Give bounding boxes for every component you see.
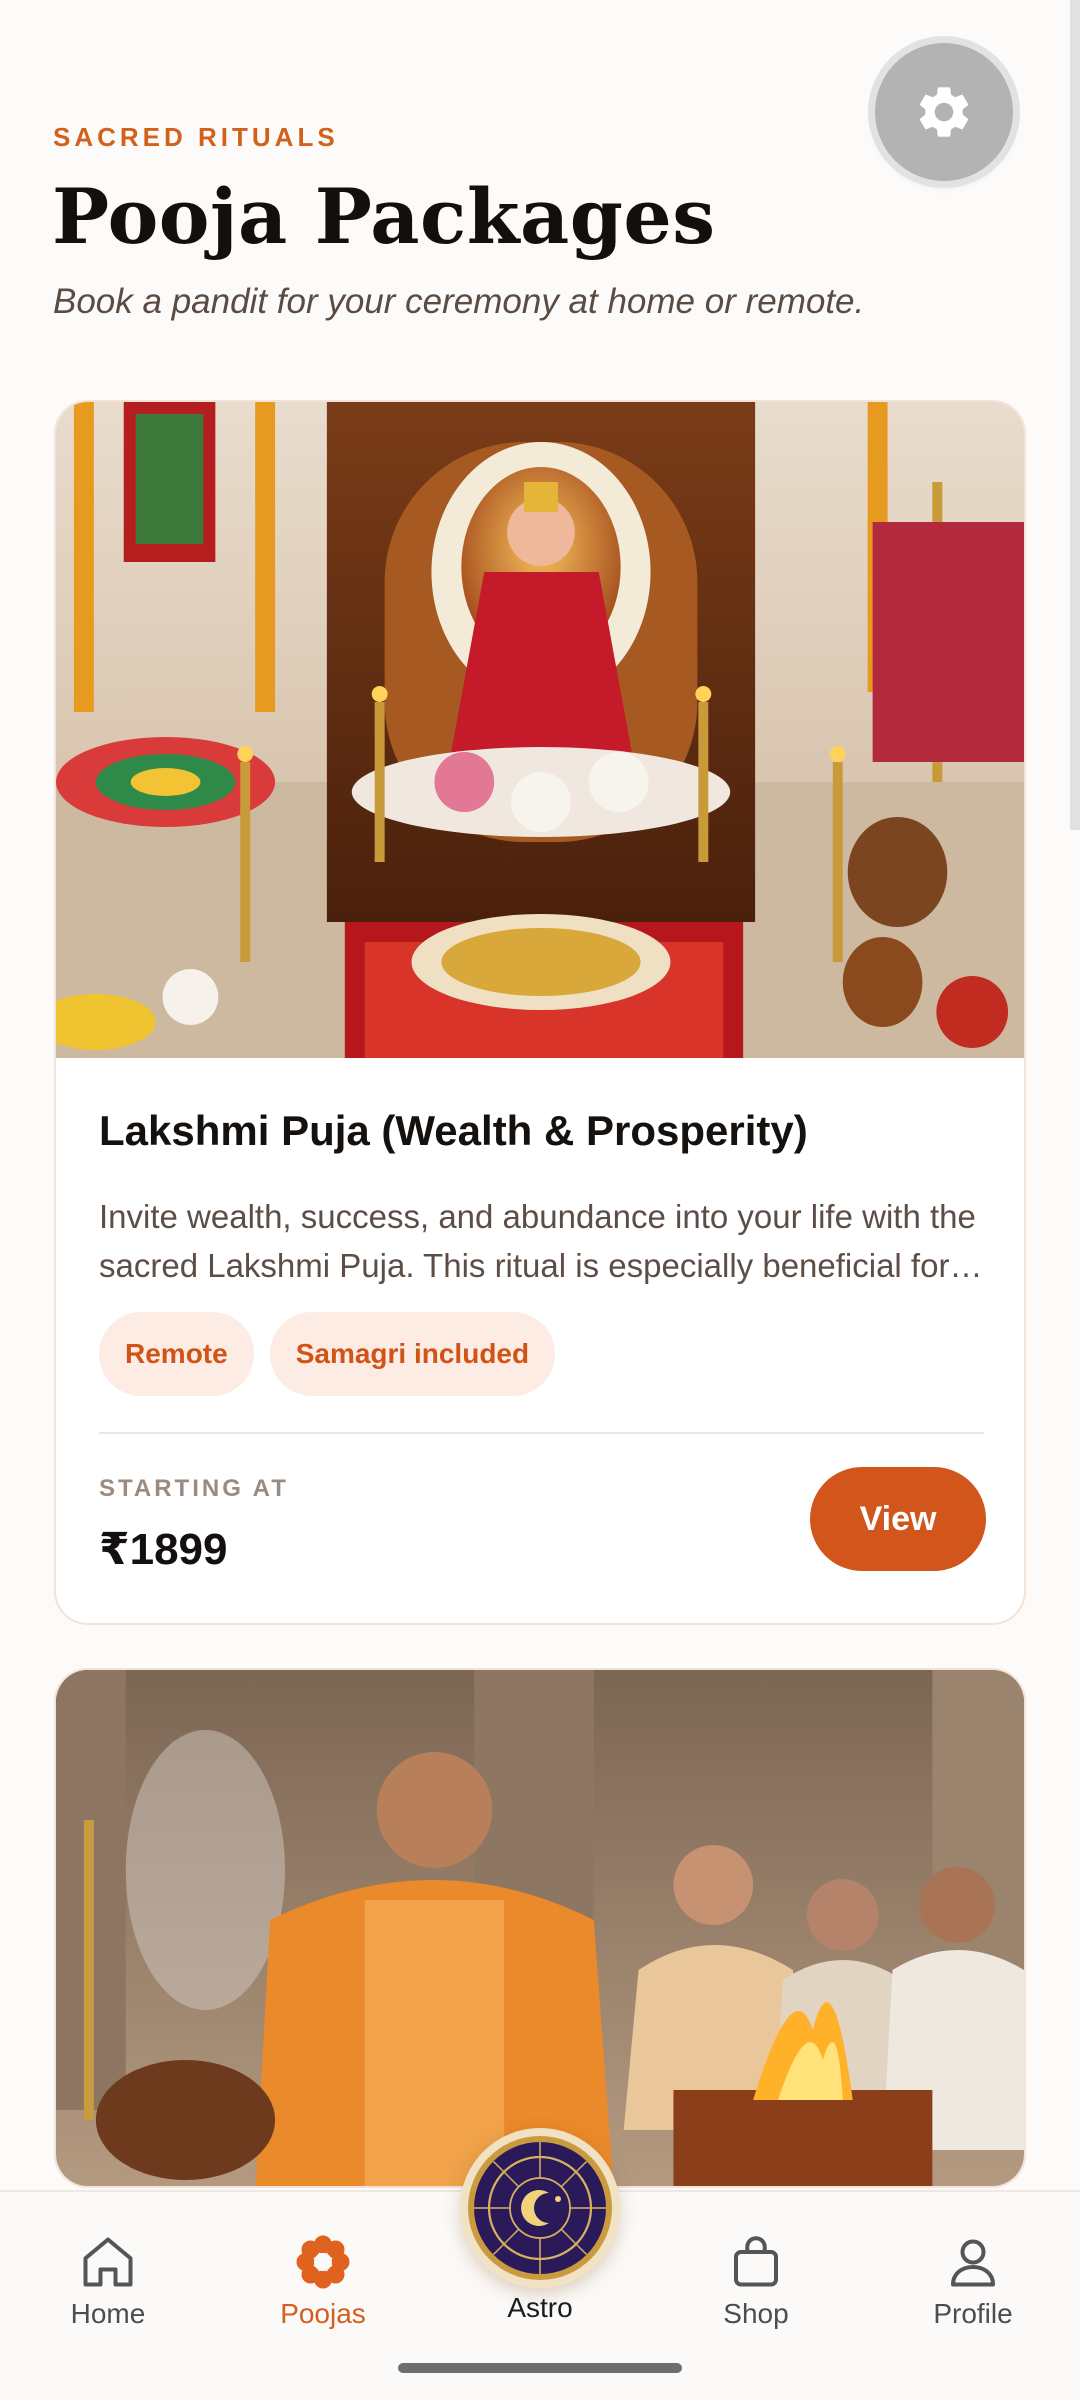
zodiac-wheel-icon (468, 2136, 612, 2280)
view-button[interactable]: View (810, 1467, 986, 1571)
page-title: Pooja Packages (52, 172, 716, 261)
settings-button[interactable] (875, 43, 1013, 181)
nav-home[interactable]: Home (28, 2232, 188, 2330)
package-card[interactable] (54, 1668, 1026, 2188)
package-image (56, 402, 1024, 1058)
nav-astro[interactable] (460, 2128, 620, 2288)
nav-profile[interactable]: Profile (893, 2232, 1053, 2330)
page-subtitle: Book a pandit for your ceremony at home … (53, 282, 865, 321)
package-title: Lakshmi Puja (Wealth & Prosperity) (99, 1107, 808, 1154)
section-eyebrow: SACRED RITUALS (53, 122, 339, 152)
nav-poojas-label: Poojas (280, 2298, 366, 2329)
nav-shop-label: Shop (723, 2298, 789, 2329)
package-description: Invite wealth, success, and abundance in… (99, 1198, 976, 1284)
tag-remote: Remote (99, 1312, 254, 1396)
home-indicator (398, 2363, 682, 2373)
card-divider (99, 1432, 984, 1434)
person-icon (951, 2239, 995, 2287)
nav-shop[interactable]: Shop (676, 2232, 836, 2330)
scrollbar[interactable] (1070, 0, 1080, 830)
nav-home-label: Home (70, 2298, 146, 2329)
flower-icon (296, 2235, 350, 2289)
nav-poojas[interactable]: Poojas (243, 2232, 403, 2330)
package-image (56, 1670, 1024, 2186)
nav-astro-label: Astro (507, 2292, 573, 2323)
shopping-bag-icon (734, 2236, 778, 2287)
home-icon (83, 2237, 133, 2287)
tag-samagri-included: Samagri included (269, 1312, 556, 1396)
package-price: ₹1899 (99, 1525, 228, 1574)
nav-profile-label: Profile (933, 2298, 1013, 2329)
package-tags: Remote Samagri included (99, 1312, 556, 1396)
package-card[interactable]: Lakshmi Puja (Wealth & Prosperity) Invit… (54, 400, 1026, 1625)
starting-at-label: STARTING AT (99, 1475, 289, 1502)
gear-icon (919, 87, 969, 137)
